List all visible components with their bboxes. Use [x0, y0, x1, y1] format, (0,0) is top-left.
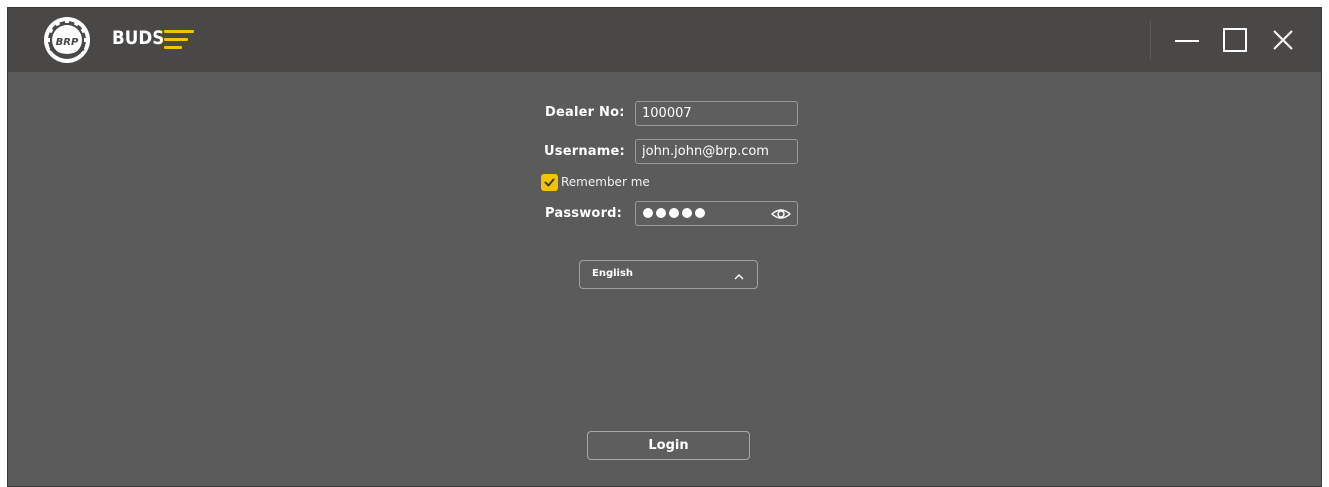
brp-logo-text: BRP	[56, 37, 79, 48]
title-bar: BRP BUDS	[8, 8, 1321, 72]
remember-me-checkbox[interactable]	[541, 174, 558, 191]
chevron-up-icon	[733, 269, 745, 280]
app-window: BRP BUDS Dealer No: Username:	[7, 7, 1322, 487]
close-icon[interactable]	[1267, 24, 1299, 56]
language-select[interactable]: English	[579, 260, 758, 289]
login-button[interactable]: Login	[587, 431, 750, 460]
maximize-icon[interactable]	[1219, 24, 1251, 56]
remember-me-label: Remember me	[561, 175, 650, 189]
app-title: BUDS	[112, 27, 165, 49]
password-dot	[656, 208, 666, 218]
eye-icon[interactable]	[770, 206, 792, 222]
brp-logo: BRP	[42, 15, 92, 65]
password-dot	[669, 208, 679, 218]
titlebar-divider	[1150, 20, 1151, 60]
password-input[interactable]	[635, 201, 798, 226]
dealer-number-label: Dealer No:	[545, 105, 625, 120]
password-dot	[682, 208, 692, 218]
dealer-number-input[interactable]	[635, 101, 798, 126]
password-label: Password:	[545, 206, 623, 221]
password-dot	[643, 208, 653, 218]
username-label: Username:	[544, 144, 625, 159]
checkmark-icon	[544, 178, 555, 187]
language-selected-value: English	[592, 268, 634, 279]
password-mask	[643, 208, 705, 218]
username-input[interactable]	[635, 139, 798, 164]
password-dot	[695, 208, 705, 218]
minimize-icon[interactable]	[1171, 24, 1203, 56]
menu-icon[interactable]	[164, 28, 196, 52]
